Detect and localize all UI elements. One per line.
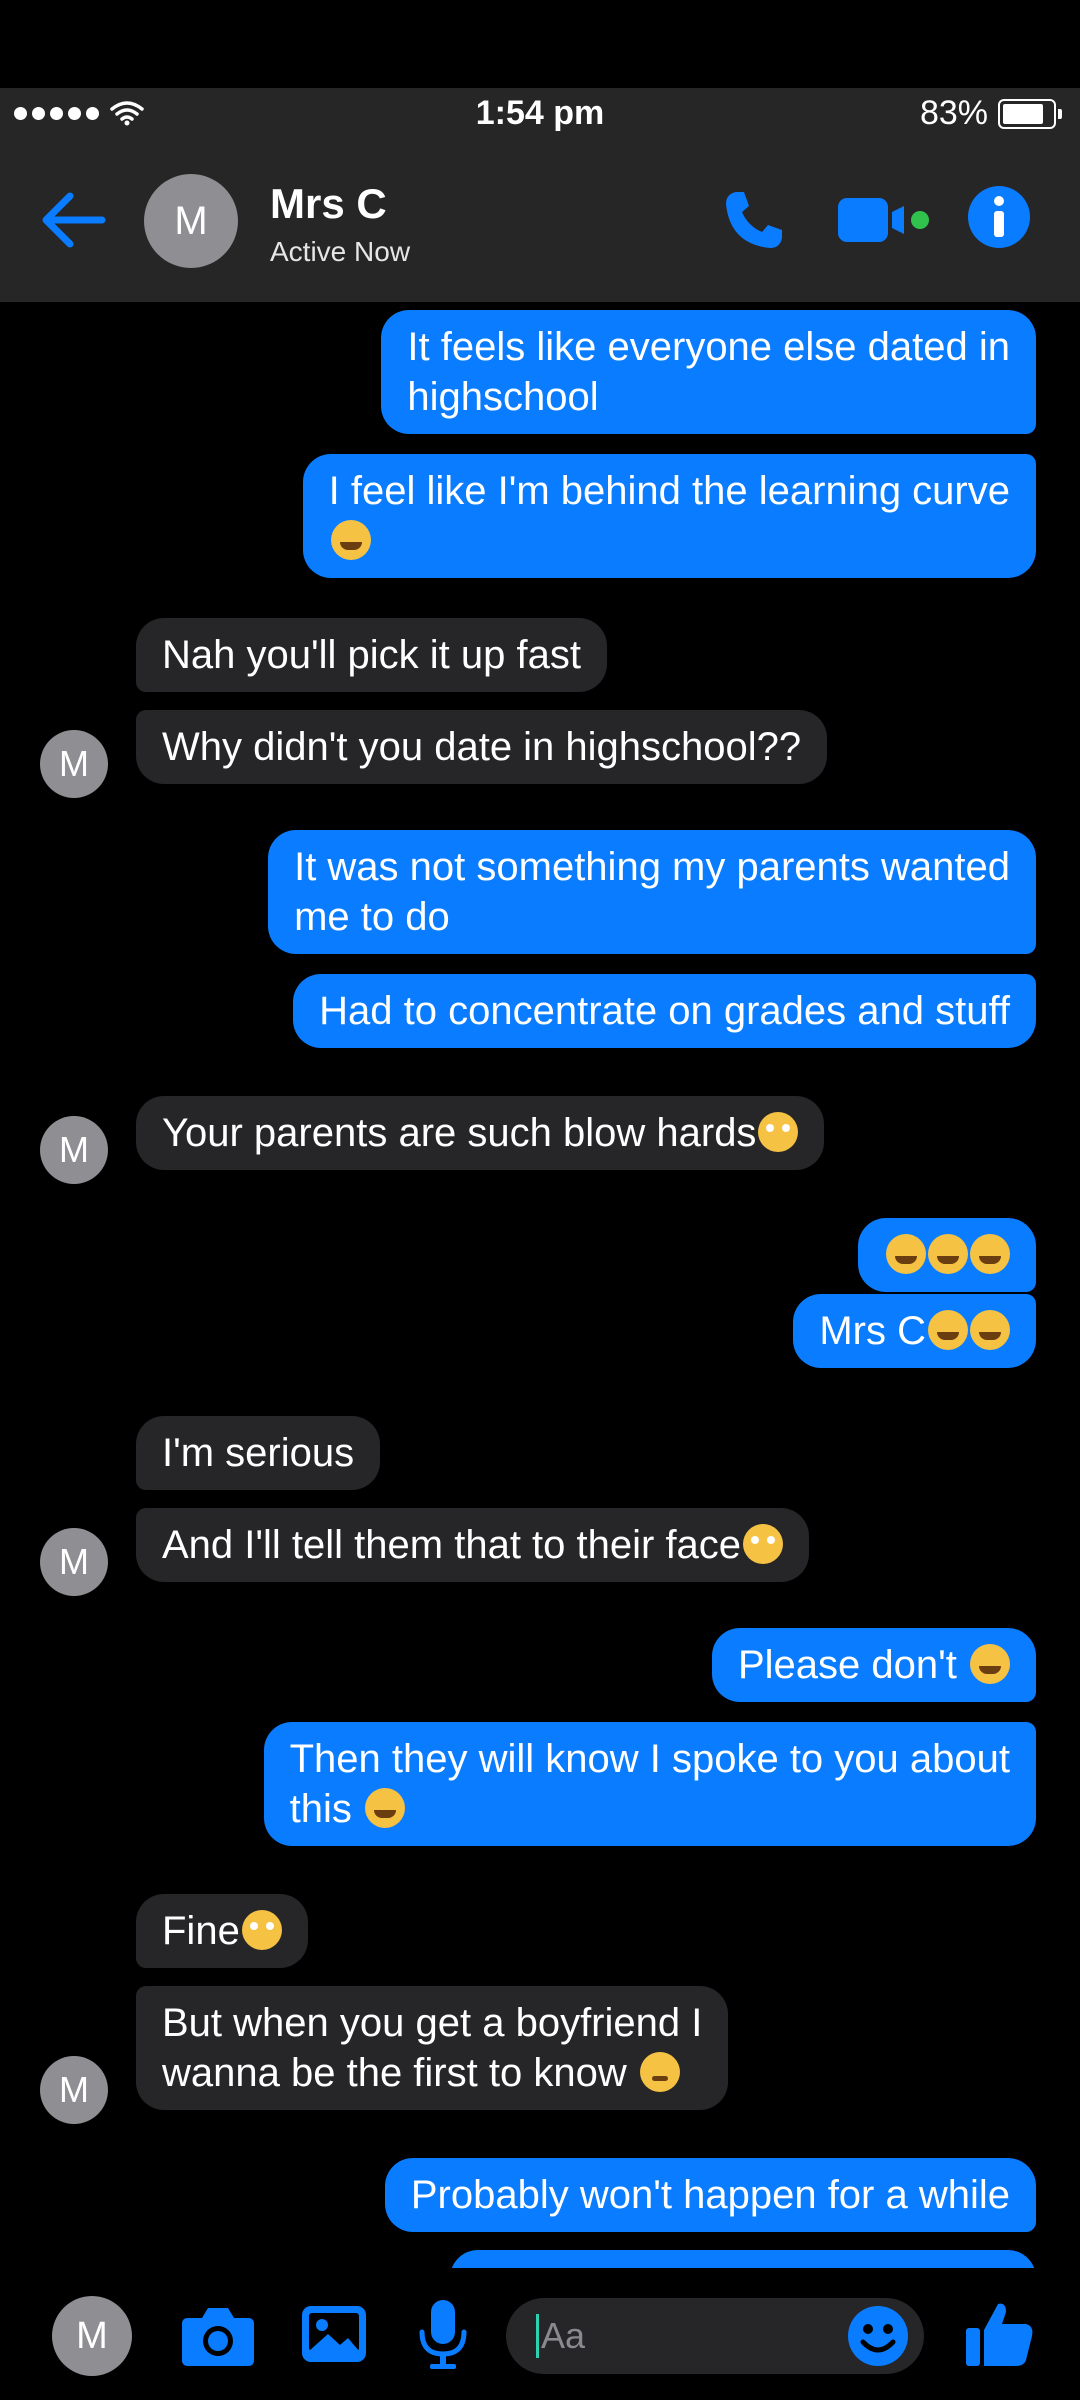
battery-icon <box>998 98 1056 129</box>
message-text: Your parents are such blow hards <box>162 1111 757 1155</box>
message-text: I feel like I'm behind the learning curv… <box>328 469 1010 513</box>
message-text: Why didn't you date in highschool?? <box>162 725 802 769</box>
message-bubble-outgoing[interactable]: I feel like I'm behind the learning curv… <box>302 454 1036 578</box>
message-text: And I'll tell them that to their face <box>162 1523 742 1567</box>
rofl-emoji-icon <box>928 1310 968 1350</box>
message-bubble-outgoing[interactable]: Please don't <box>711 1628 1036 1702</box>
message-bubble-incoming[interactable]: But when you get a boyfriend I wanna be … <box>136 1986 729 2110</box>
eye-roll-emoji-icon <box>241 1910 282 1950</box>
message-thread[interactable]: It feels like everyone else dated in hig… <box>0 302 1080 2268</box>
message-bubble-outgoing[interactable]: Mrs C <box>793 1294 1036 1368</box>
message-text: But when you get a boyfriend I wanna be … <box>162 2001 703 2095</box>
sender-avatar[interactable]: M <box>40 1116 108 1184</box>
battery-fill <box>1003 103 1043 124</box>
microphone-icon[interactable] <box>418 2298 468 2372</box>
message-bubble-incoming[interactable]: I'm serious <box>136 1416 381 1490</box>
rofl-emoji-icon <box>970 1644 1010 1684</box>
thumbs-up-icon[interactable] <box>964 2298 1036 2370</box>
info-icon[interactable] <box>966 184 1032 250</box>
status-time: 1:54 pm <box>475 94 605 132</box>
message-text: Fine <box>162 1909 240 1953</box>
emoji-icon[interactable] <box>846 2304 910 2368</box>
rofl-emoji-icon <box>970 1310 1010 1350</box>
message-text: I'm serious <box>162 1431 355 1475</box>
text-cursor <box>536 2314 539 2358</box>
video-camera-icon[interactable] <box>836 194 930 246</box>
rofl-emoji-icon <box>364 1788 405 1828</box>
messenger-screen: 1:54 pm 83% M Mrs C Active Now It feels … <box>0 0 1080 2400</box>
message-bubble-outgoing[interactable]: Had to concentrate on grades and stuff <box>293 974 1036 1048</box>
wink-emoji-icon <box>639 2052 680 2092</box>
message-bubble-outgoing-partial[interactable] <box>450 2250 1036 2268</box>
message-bubble-incoming[interactable]: Your parents are such blow hards <box>136 1096 825 1170</box>
sender-avatar[interactable]: M <box>40 1528 108 1596</box>
eye-roll-emoji-icon <box>743 1524 784 1564</box>
sender-avatar[interactable]: M <box>40 2056 108 2124</box>
message-bubble-outgoing[interactable]: Then they will know I spoke to you about… <box>263 1722 1036 1846</box>
rofl-emoji-icon <box>330 520 371 560</box>
message-bubble-incoming[interactable]: Why didn't you date in highschool?? <box>136 710 828 784</box>
rofl-emoji-icon <box>886 1234 926 1274</box>
message-bubble-incoming[interactable]: Nah you'll pick it up fast <box>136 618 607 692</box>
eye-roll-emoji-icon <box>758 1112 799 1152</box>
message-bubble-incoming[interactable]: And I'll tell them that to their face <box>136 1508 810 1582</box>
battery-indicator: 83% <box>920 94 1062 133</box>
message-text: Nah you'll pick it up fast <box>162 633 581 677</box>
back-arrow-icon[interactable] <box>40 190 110 250</box>
message-text: It was not something my parents wanted m… <box>294 845 1010 939</box>
sender-avatar[interactable]: M <box>40 730 108 798</box>
status-bar: 1:54 pm 83% <box>0 88 1080 140</box>
message-text: Please don't <box>737 1643 968 1687</box>
rofl-emoji-icon <box>970 1234 1010 1274</box>
composer-bar: M Aa <box>0 2268 1080 2400</box>
composer-avatar[interactable]: M <box>52 2296 132 2376</box>
message-bubble-outgoing[interactable]: Probably won't happen for a while <box>384 2158 1036 2232</box>
message-text: Mrs C <box>819 1309 926 1353</box>
contact-avatar[interactable]: M <box>144 174 238 268</box>
photo-icon[interactable] <box>300 2302 368 2366</box>
contact-active-status: Active Now <box>270 236 411 267</box>
conversation-header: M Mrs C Active Now <box>0 140 1080 302</box>
message-bubble-incoming[interactable]: Fine <box>136 1894 308 1968</box>
message-text: Probably won't happen for a while <box>410 2173 1010 2217</box>
phone-icon[interactable] <box>722 188 786 252</box>
message-text: Had to concentrate on grades and stuff <box>319 989 1010 1033</box>
battery-percent: 83% <box>919 94 988 132</box>
message-bubble-outgoing[interactable]: It feels like everyone else dated in hig… <box>381 310 1036 434</box>
battery-tip <box>1058 108 1062 119</box>
message-input-placeholder: Aa <box>541 2315 586 2356</box>
rofl-emoji-icon <box>928 1234 968 1274</box>
message-bubble-outgoing[interactable] <box>858 1218 1036 1292</box>
camera-icon[interactable] <box>180 2304 256 2368</box>
contact-name[interactable]: Mrs C <box>270 180 387 228</box>
message-text: It feels like everyone else dated in hig… <box>407 325 1010 419</box>
message-bubble-outgoing[interactable]: It was not something my parents wanted m… <box>268 830 1036 954</box>
